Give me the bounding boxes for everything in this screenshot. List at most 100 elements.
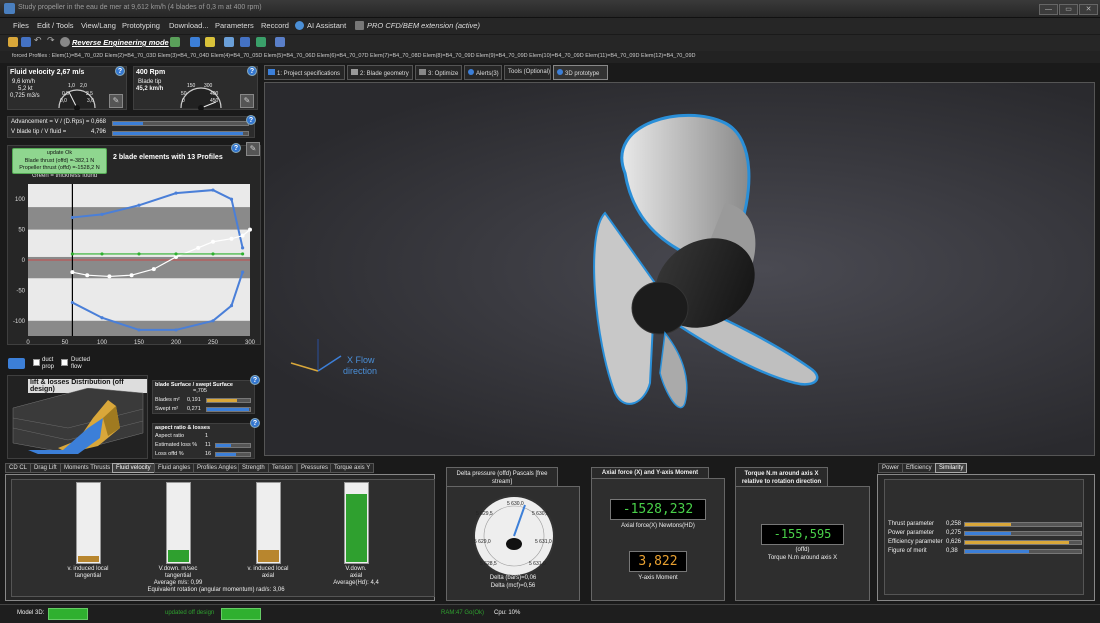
window-title: Study propeller in the eau de mer at 9,6… <box>18 4 262 11</box>
mail-icon[interactable] <box>190 37 200 47</box>
export-icon[interactable] <box>275 37 285 47</box>
book-icon[interactable] <box>240 37 250 47</box>
close-button[interactable]: ✕ <box>1079 4 1098 15</box>
data-point <box>211 239 215 244</box>
tab-project-specifications[interactable]: 1: Project specifications <box>264 65 345 80</box>
data-point <box>70 252 74 256</box>
tab-drag-lift[interactable]: Drag Lift <box>30 463 61 473</box>
edit-rpm-button[interactable]: ✎ <box>240 94 254 108</box>
rpm-gauge-tick: 0 <box>182 98 185 104</box>
tab-cd-cl[interactable]: CD CL <box>5 463 32 473</box>
power-parameter-bar <box>964 531 1082 536</box>
blades-m2-bar <box>206 398 251 403</box>
menu-files[interactable]: Files <box>13 21 29 30</box>
rpm-gauge-tick: 400 <box>210 91 219 97</box>
fluid-velocity-title: Fluid velocity 2,67 m/s <box>10 69 85 76</box>
y-axis-moment-display: 3,822 <box>629 551 687 572</box>
undo-icon[interactable]: ↶ <box>34 35 44 45</box>
thrust-parameter-bar <box>964 522 1082 527</box>
tab-profiles-angles[interactable]: Profiles Angles <box>193 463 241 473</box>
maximize-button[interactable]: ▭ <box>1059 4 1078 15</box>
advancement-panel: Advancement = V / (D.Rps) = 0,668 V blad… <box>7 116 255 138</box>
axial-force-display: -1528,232 <box>610 499 706 520</box>
reverse-engineering-mode[interactable]: Reverse Engineering mode <box>72 38 169 47</box>
menu-edit-tools[interactable]: Edit / Tools <box>37 21 74 30</box>
help-rpm-icon[interactable]: ? <box>247 66 257 76</box>
data-point <box>174 328 178 332</box>
torque-panel: -155,595 (offd) Torque N.m around axis X <box>735 486 870 601</box>
ducted-flow-checkbox[interactable] <box>61 359 68 366</box>
menu-download[interactable]: Download... <box>169 21 209 30</box>
tab-tension[interactable]: Tension <box>268 463 297 473</box>
model-3d-progress <box>48 608 88 620</box>
menu-pro-cfd[interactable]: PRO CFD/BEM extension (active) <box>367 21 480 30</box>
forced-profiles-line: forced Profiles : Elem(1)=B4_70_02D Elem… <box>0 51 1100 63</box>
data-point <box>100 252 104 256</box>
data-point <box>70 300 74 305</box>
tab-optimize[interactable]: 3: Optimize <box>415 65 462 80</box>
tab-power[interactable]: Power <box>878 463 904 473</box>
pen-icon[interactable] <box>224 37 234 47</box>
fluid-gauge-tick: 3,0 <box>87 98 94 104</box>
tab-3d-prototype[interactable]: 3D prototype <box>553 65 608 80</box>
menu-prototyping[interactable]: Prototyping <box>122 21 160 30</box>
tab-torque-axis-y[interactable]: Torque axis Y <box>330 463 375 473</box>
edit-fluid-button[interactable]: ✎ <box>109 94 123 108</box>
3d-viewport[interactable]: X Flow direction <box>264 82 1095 456</box>
cpu-status: Cpu: 10% <box>494 610 521 616</box>
profile-chart: 0 50 100 150 200 250 300 100 50 0 -50 -100 <box>13 184 256 346</box>
tab-tools-optional[interactable]: Tools (Optional) <box>504 65 551 80</box>
redo-icon[interactable]: ↷ <box>47 35 57 45</box>
lift-losses-panel: lift & losses Distribution (off design) <box>7 375 148 459</box>
edit-profile-button[interactable]: ✎ <box>246 142 260 156</box>
band <box>28 207 250 230</box>
gear-icon[interactable] <box>60 37 70 47</box>
folder-icon[interactable] <box>205 37 215 47</box>
delta-pressure-panel: 5 630,0 5 629,5 5 630,5 5 629,0 5 631,0 … <box>446 486 580 601</box>
help-surface-icon[interactable]: ? <box>250 375 260 385</box>
menu-ai-assistant[interactable]: AI Assistant <box>307 21 346 30</box>
tab-alerts[interactable]: Alerts(3) <box>464 65 502 80</box>
menu-view-lang[interactable]: View/Lang <box>81 21 116 30</box>
tab-efficiency[interactable]: Efficiency <box>902 463 936 473</box>
data-point <box>70 270 75 275</box>
help-fluid-icon[interactable]: ? <box>115 66 125 76</box>
efficiency-parameter-label: Efficiency parameter <box>888 539 943 545</box>
tab-pressures[interactable]: Pressures <box>297 463 333 473</box>
help-aspect-icon[interactable]: ? <box>250 418 260 428</box>
torque-offd-label: (offd) <box>795 547 810 553</box>
duct-prop-checkbox[interactable] <box>33 359 40 366</box>
estimated-loss-label: Estimated loss % <box>155 442 198 448</box>
tab-strength[interactable]: Strength <box>238 463 269 473</box>
minimize-button[interactable]: — <box>1039 4 1058 15</box>
v-down-tangential-average: Average m/s: 0,99 <box>153 580 203 586</box>
tab-blade-geometry[interactable]: 2: Blade geometry <box>347 65 413 80</box>
tab-moments-thrusts[interactable]: Moments Thrusts <box>60 463 115 473</box>
update-tooltip: update Ok Blade thrust (offd) =-382,1 N … <box>12 148 107 174</box>
data-point <box>174 252 178 256</box>
figure-of-merit-bar <box>964 549 1082 554</box>
advancement-bar <box>112 121 249 126</box>
gauge-fill <box>258 550 279 562</box>
chart-icon[interactable] <box>170 37 180 47</box>
aspect-ratio-label: Aspect ratio <box>155 433 185 439</box>
tools-icon[interactable] <box>256 37 266 47</box>
tab-fluid-velocity[interactable]: Fluid velocity <box>112 463 155 473</box>
flow-direction-label: direction <box>343 366 378 376</box>
x-tick-label: 300 <box>245 340 256 346</box>
help-profile-icon[interactable]: ? <box>231 143 241 153</box>
tab-fluid-angles[interactable]: Fluid angles <box>154 463 195 473</box>
x-tick-label: 250 <box>208 340 219 346</box>
y-axis-moment-label: Y-axis Moment <box>638 575 678 581</box>
tab-similarity[interactable]: Similarity <box>935 463 968 473</box>
data-point <box>129 273 134 278</box>
figure-of-merit-label: Figure of merit <box>888 548 927 554</box>
propeller-icon[interactable] <box>8 358 25 369</box>
menu-reccord[interactable]: Reccord <box>261 21 289 30</box>
x-tick-label: 0 <box>26 340 30 346</box>
open-icon[interactable] <box>8 37 18 47</box>
menu-parameters[interactable]: Parameters <box>215 21 254 30</box>
help-advancement-icon[interactable]: ? <box>246 115 256 125</box>
save-icon[interactable] <box>21 37 31 47</box>
v-down-tangential-gauge <box>166 482 191 564</box>
